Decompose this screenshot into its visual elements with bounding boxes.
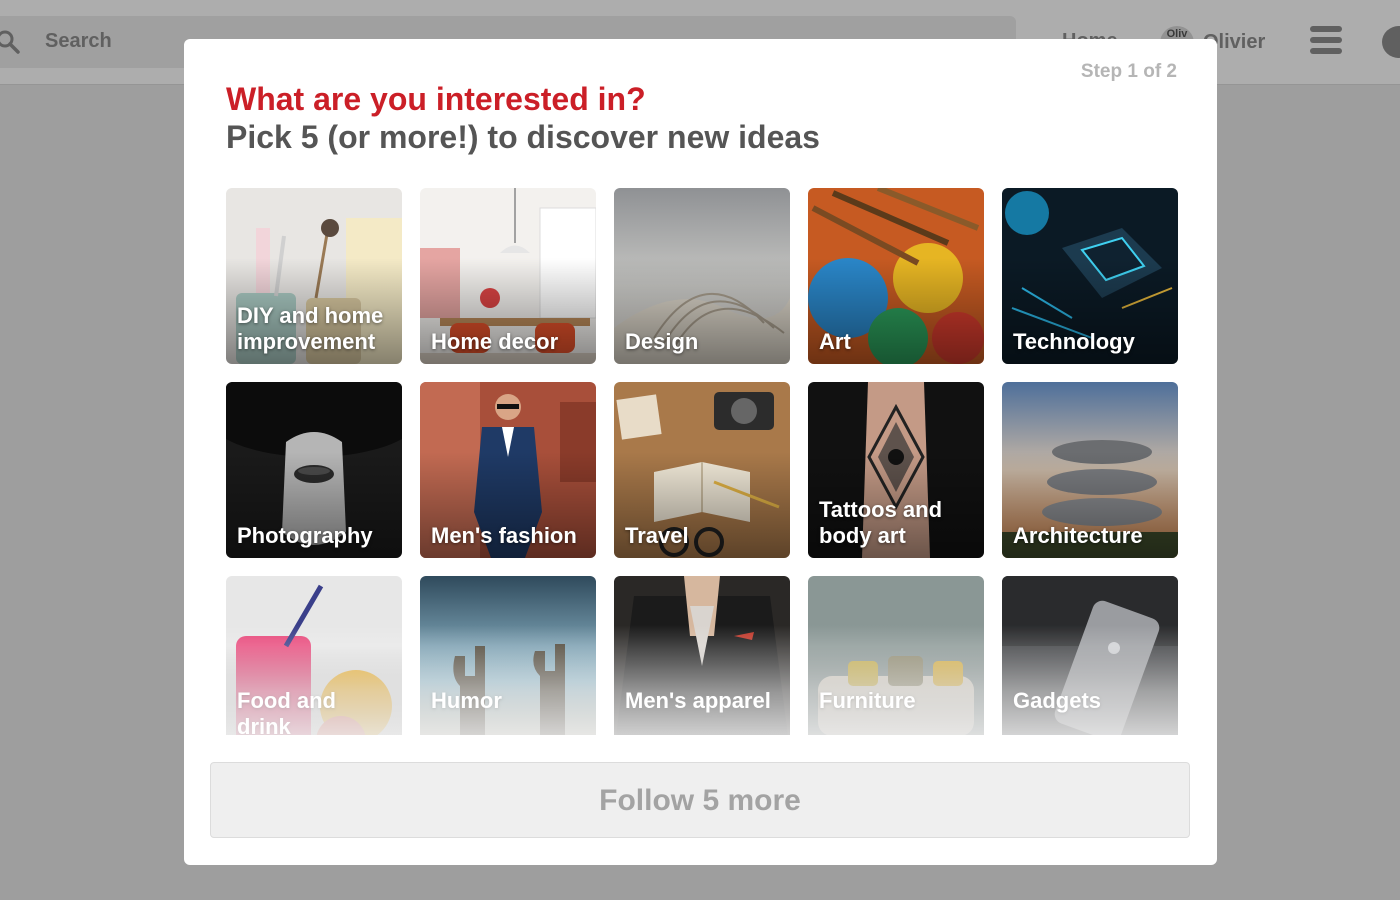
topic-tile-gadgets[interactable]: Gadgets — [1002, 576, 1178, 735]
topic-tile-diy[interactable]: DIY and home improvement — [226, 188, 402, 364]
topic-tile-tattoos[interactable]: Tattoos and body art — [808, 382, 984, 558]
topic-tile-design[interactable]: Design — [614, 188, 790, 364]
topic-tile-photography[interactable]: Photography — [226, 382, 402, 558]
follow-more-button[interactable]: Follow 5 more — [210, 762, 1190, 838]
topic-tile-food[interactable]: Food and drink — [226, 576, 402, 735]
topic-tile-humor[interactable]: Humor — [420, 576, 596, 735]
topic-label: Art — [819, 329, 851, 354]
topic-label: DIY and home improvement — [237, 303, 384, 354]
topic-label: Food and drink — [237, 688, 336, 735]
topic-label: Men's apparel — [625, 688, 771, 713]
topic-tile-mens-apparel[interactable]: Men's apparel — [614, 576, 790, 735]
topic-tile-mens-fashion[interactable]: Men's fashion — [420, 382, 596, 558]
topic-label: Technology — [1013, 329, 1135, 354]
topic-tile-architecture[interactable]: Architecture — [1002, 382, 1178, 558]
topic-tile-technology[interactable]: Technology — [1002, 188, 1178, 364]
topic-label: Men's fashion — [431, 523, 577, 548]
step-indicator: Step 1 of 2 — [1080, 61, 1177, 82]
topic-label: Design — [625, 329, 699, 354]
topic-label: Travel — [625, 523, 689, 548]
topic-tile-travel[interactable]: Travel — [614, 382, 790, 558]
topic-label: Gadgets — [1013, 688, 1102, 713]
modal-title: What are you interested in? — [226, 81, 646, 117]
topic-tile-home-decor[interactable]: Home decor — [420, 188, 596, 364]
interests-modal: Step 1 of 2 What are you interested in? … — [184, 39, 1217, 865]
topic-tile-art[interactable]: Art — [808, 188, 984, 364]
topic-label: Photography — [237, 523, 373, 548]
topic-label: Humor — [431, 688, 502, 713]
topic-tile-furniture[interactable]: Furniture — [808, 576, 984, 735]
modal-subtitle: Pick 5 (or more!) to discover new ideas — [226, 119, 820, 155]
topics-grid-scroll[interactable]: DIY and home improvement Home decor Desi… — [226, 188, 1178, 735]
topic-label: Architecture — [1013, 523, 1143, 548]
topics-grid: DIY and home improvement Home decor Desi… — [226, 188, 1178, 735]
topic-label: Tattoos and body art — [819, 497, 943, 548]
topic-label: Furniture — [819, 688, 916, 713]
topic-label: Home decor — [431, 329, 559, 354]
